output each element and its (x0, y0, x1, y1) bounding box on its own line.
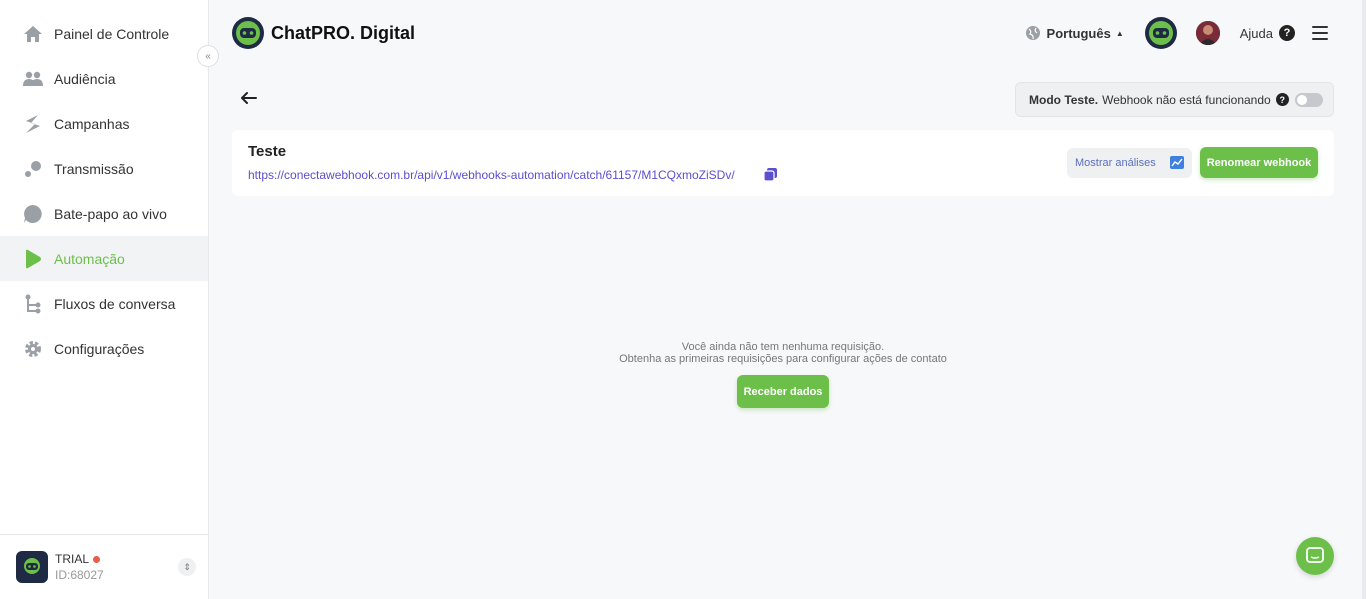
empty-state-line1: Você ainda não tem nenhuma requisição. (681, 341, 885, 353)
test-mode-label: Modo Teste. (1029, 92, 1099, 107)
play-icon (23, 249, 43, 269)
account-logo (16, 551, 48, 583)
sidebar-item-label: Configurações (54, 340, 145, 357)
sidebar-item-label: Campanhas (54, 115, 130, 132)
show-analytics-label: Mostrar análises (1075, 157, 1156, 169)
globe-icon (1025, 26, 1040, 40)
sidebar-item-label: Bate-papo ao vivo (54, 205, 167, 222)
sidebar-item-label: Fluxos de conversa (54, 295, 176, 312)
account-id: ID:68027 (55, 568, 104, 582)
chat-icon (1306, 547, 1324, 563)
home-icon (23, 24, 43, 44)
analytics-chart-icon (1170, 156, 1184, 169)
plan-badge: TRIAL (55, 552, 104, 566)
language-label: Português (1046, 25, 1111, 41)
question-icon[interactable]: ? (1275, 93, 1289, 106)
account-meta: TRIAL ID:68027 (55, 552, 104, 582)
scrollbar[interactable] (1362, 0, 1366, 599)
empty-state-line2: Obtenha as primeiras requisições para co… (619, 353, 947, 365)
sidebar-item-campanhas[interactable]: Campanhas (0, 101, 208, 146)
back-arrow-icon[interactable] (240, 89, 258, 107)
webhook-url[interactable]: https://conectawebhook.com.br/api/v1/web… (248, 168, 735, 182)
sidebar-item-automacao[interactable]: Automação (0, 236, 208, 281)
sidebar-item-fluxos[interactable]: Fluxos de conversa (0, 281, 208, 326)
hamburger-menu-icon[interactable] (1312, 26, 1328, 40)
chat-bubble-icon (23, 204, 43, 224)
user-avatar[interactable] (1195, 21, 1220, 45)
help-button[interactable]: Ajuda ? (1240, 25, 1295, 41)
expand-switch-icon[interactable]: ⇕ (178, 558, 196, 576)
receive-data-button[interactable]: Receber dados (737, 375, 829, 408)
test-mode-status: Webhook não está funcionando (1102, 92, 1271, 107)
caret-up-icon: ▲ (1115, 28, 1124, 38)
sidebar-item-label: Automação (54, 250, 125, 267)
account-switcher[interactable]: TRIAL ID:68027 ⇕ (0, 534, 208, 599)
sidebar-item-label: Audiência (54, 70, 116, 87)
chat-launcher-button[interactable] (1296, 537, 1334, 575)
test-mode-toggle[interactable] (1294, 92, 1323, 107)
brand-logo-icon (232, 17, 264, 49)
empty-state: Você ainda não tem nenhuma requisição. O… (583, 341, 983, 365)
sidebar-item-label: Painel de Controle (54, 25, 170, 42)
sidebar-item-configuracoes[interactable]: Configurações (0, 326, 208, 371)
sidebar-item-label: Transmissão (54, 160, 134, 177)
bot-avatar[interactable] (1144, 17, 1177, 49)
brand[interactable]: ChatPRO. Digital (232, 17, 415, 49)
webhook-name: Teste (248, 143, 287, 160)
sidebar-item-transmissao[interactable]: Transmissão (0, 146, 208, 191)
language-selector[interactable]: Português ▲ (1025, 25, 1124, 41)
flow-icon (23, 294, 43, 314)
sidebar: Painel de Controle Audiência Campanhas T… (0, 0, 209, 599)
broadcast-icon (23, 159, 43, 179)
people-icon (23, 69, 43, 89)
sidebar-item-audiencia[interactable]: Audiência (0, 56, 208, 101)
sidebar-item-painel[interactable]: Painel de Controle (0, 11, 208, 56)
brand-title: ChatPRO. Digital (271, 22, 416, 43)
rename-webhook-button[interactable]: Renomear webhook (1200, 147, 1318, 178)
sidebar-item-bate-papo[interactable]: Bate-papo ao vivo (0, 191, 208, 236)
gear-icon (23, 339, 43, 359)
show-analytics-button[interactable]: Mostrar análises (1067, 148, 1192, 178)
help-label: Ajuda (1239, 25, 1273, 41)
sidebar-nav: Painel de Controle Audiência Campanhas T… (0, 0, 208, 371)
test-mode-bar: Modo Teste. Webhook não está funcionando… (1015, 82, 1334, 117)
webhook-card: Teste https://conectawebhook.com.br/api/… (232, 130, 1334, 196)
status-dot (93, 555, 101, 563)
plan-label: TRIAL (55, 552, 90, 566)
collapse-sidebar-button[interactable]: « (197, 45, 219, 67)
campaign-icon (23, 114, 43, 134)
header-actions: Português ▲ Ajuda ? (1025, 17, 1328, 49)
question-icon: ? (1279, 25, 1295, 41)
copy-icon[interactable] (763, 167, 778, 182)
